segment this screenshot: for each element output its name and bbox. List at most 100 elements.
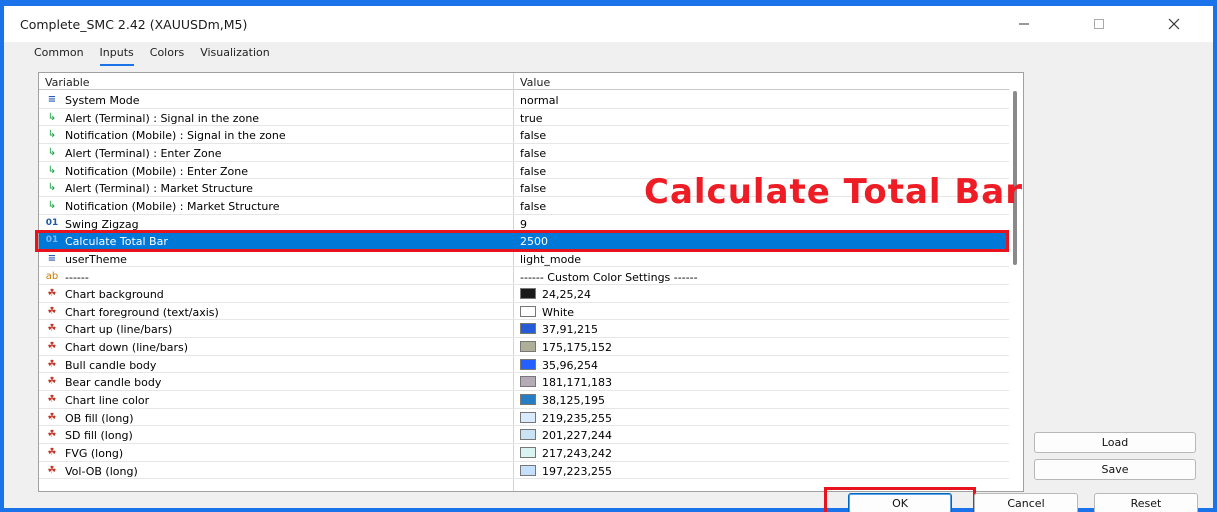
color-swatch[interactable] xyxy=(520,394,536,406)
color-icon: ☘ xyxy=(47,376,57,388)
variable-value[interactable]: 24,25,24 xyxy=(542,288,591,301)
table-row[interactable]: ☘ Chart background 24,25,24 xyxy=(39,285,1009,303)
cancel-button[interactable]: Cancel xyxy=(974,493,1078,512)
tab-visualization[interactable]: Visualization xyxy=(200,46,269,66)
table-row[interactable]: ☘ FVG (long) 217,243,242 xyxy=(39,444,1009,462)
variable-name: Swing Zigzag xyxy=(65,217,139,231)
dialog-window: Complete_SMC 2.42 (XAUUSDm,M5) Common In… xyxy=(0,0,1217,512)
table-row[interactable]: 01 Swing Zigzag 9 xyxy=(39,215,1009,233)
value-column-header[interactable]: Value xyxy=(520,76,550,89)
variable-value[interactable]: White xyxy=(542,306,574,319)
minimize-button[interactable] xyxy=(1002,10,1046,38)
variable-value[interactable]: 217,243,242 xyxy=(542,447,612,460)
save-button[interactable]: Save xyxy=(1034,459,1196,480)
tab-inputs[interactable]: Inputs xyxy=(99,46,134,66)
variable-value[interactable]: 201,227,244 xyxy=(542,429,612,442)
integer-icon: 01 xyxy=(45,235,59,246)
variable-value[interactable]: false xyxy=(520,165,546,178)
close-icon xyxy=(1168,18,1180,30)
minimize-icon xyxy=(1019,23,1029,25)
table-row[interactable]: ☘ Bear candle body 181,171,183 xyxy=(39,373,1009,392)
variable-name: Notification (Mobile) : Signal in the zo… xyxy=(65,129,286,143)
table-row[interactable]: ↳ Alert (Terminal) : Enter Zone false xyxy=(39,144,1009,162)
ok-button[interactable]: OK xyxy=(848,493,952,512)
reset-button[interactable]: Reset xyxy=(1094,493,1198,512)
color-icon: ☘ xyxy=(47,447,57,458)
maximize-icon xyxy=(1094,19,1104,29)
color-swatch[interactable] xyxy=(520,305,536,317)
title-bar: Complete_SMC 2.42 (XAUUSDm,M5) xyxy=(4,6,1213,42)
annotation-label: Calculate Total Bar xyxy=(644,172,1024,212)
variable-value[interactable]: 37,91,215 xyxy=(542,323,598,336)
color-icon: ☘ xyxy=(47,394,57,406)
variable-name: Chart line color xyxy=(65,394,150,408)
color-icon: ☘ xyxy=(47,341,57,353)
variable-value[interactable]: false xyxy=(520,200,546,213)
color-swatch[interactable] xyxy=(520,464,536,476)
variable-column-header[interactable]: Variable xyxy=(45,76,90,89)
variable-value[interactable]: false xyxy=(520,129,546,142)
variable-value[interactable]: 175,175,152 xyxy=(542,341,612,354)
color-swatch[interactable] xyxy=(520,323,536,335)
tab-bar: Common Inputs Colors Visualization xyxy=(34,46,270,66)
table-header: Variable Value xyxy=(39,73,1009,90)
variable-name: Alert (Terminal) : Signal in the zone xyxy=(65,111,260,125)
table-row[interactable]: ≡ System Mode normal xyxy=(39,91,1009,109)
alert-arrow-icon: ↳ xyxy=(47,146,57,158)
maximize-button[interactable] xyxy=(1077,10,1121,38)
table-row[interactable]: ☘ Bull candle body 35,96,254 xyxy=(39,356,1009,374)
variable-name: SD fill (long) xyxy=(65,429,133,443)
variable-value[interactable]: 35,96,254 xyxy=(542,359,598,372)
variable-value[interactable]: ------ Custom Color Settings ------ xyxy=(520,271,698,284)
table-row[interactable]: ↳ Notification (Mobile) : Signal in the z… xyxy=(39,126,1009,144)
table-row[interactable]: ☘ Chart down (line/bars) 175,175,152 xyxy=(39,338,1009,356)
variable-value[interactable]: true xyxy=(520,112,543,125)
color-swatch[interactable] xyxy=(520,358,536,370)
system-mode-icon: ≡ xyxy=(47,94,57,105)
table-row[interactable]: ↳ Alert (Terminal) : Signal in the zone tr… xyxy=(39,109,1009,127)
variable-value[interactable]: false xyxy=(520,182,546,195)
variable-value[interactable]: normal xyxy=(520,94,559,107)
color-swatch[interactable] xyxy=(520,288,536,300)
alert-arrow-icon: ↳ xyxy=(47,182,57,194)
alert-arrow-icon: ↳ xyxy=(47,111,57,123)
table-row[interactable]: 01 Calculate Total Bar 2500 xyxy=(39,232,1009,250)
variable-name: FVG (long) xyxy=(65,447,124,460)
variable-name: Chart up (line/bars) xyxy=(65,323,173,337)
variable-value[interactable]: 9 xyxy=(520,218,527,231)
color-swatch[interactable] xyxy=(520,447,536,458)
variable-value[interactable]: 38,125,195 xyxy=(542,394,605,407)
table-row[interactable]: ab ------ ------ Custom Color Settings ---… xyxy=(39,268,1009,286)
close-button[interactable] xyxy=(1152,10,1196,38)
table-row[interactable]: ☘ OB fill (long) 219,235,255 xyxy=(39,409,1009,427)
alert-arrow-icon: ↳ xyxy=(47,164,57,176)
color-icon: ☘ xyxy=(47,358,57,370)
table-row[interactable]: ≡ userTheme light_mode xyxy=(39,250,1009,268)
variable-value[interactable]: false xyxy=(520,147,546,160)
table-row[interactable]: ☘ Chart foreground (text/axis) White xyxy=(39,303,1009,321)
tab-colors[interactable]: Colors xyxy=(150,46,184,66)
table-row[interactable]: ☘ Vol-OB (long) 197,223,255 xyxy=(39,462,1009,480)
color-icon: ☘ xyxy=(47,323,57,335)
string-icon: ab xyxy=(45,270,59,282)
color-icon: ☘ xyxy=(47,429,57,441)
color-swatch[interactable] xyxy=(520,411,536,423)
table-row[interactable]: ☘ Chart up (line/bars) 37,91,215 xyxy=(39,320,1009,339)
tab-common[interactable]: Common xyxy=(34,46,84,66)
variable-value[interactable]: 2500 xyxy=(520,235,548,248)
color-icon: ☘ xyxy=(47,305,57,317)
color-swatch[interactable] xyxy=(520,341,536,353)
table-row[interactable]: ☘ SD fill (long) 201,227,244 xyxy=(39,426,1009,444)
vertical-scrollbar[interactable] xyxy=(1009,73,1023,491)
variable-value[interactable]: light_mode xyxy=(520,253,581,266)
load-button[interactable]: Load xyxy=(1034,432,1196,453)
integer-icon: 01 xyxy=(45,217,59,228)
variable-name: userTheme xyxy=(65,252,127,266)
variable-value[interactable]: 181,171,183 xyxy=(542,376,612,389)
table-row[interactable]: ☘ Chart line color 38,125,195 xyxy=(39,391,1009,409)
variable-value[interactable]: 197,223,255 xyxy=(542,465,612,478)
color-swatch[interactable] xyxy=(520,429,536,441)
variable-value[interactable]: 219,235,255 xyxy=(542,412,612,425)
color-swatch[interactable] xyxy=(520,376,536,388)
variable-name: Alert (Terminal) : Enter Zone xyxy=(65,146,222,160)
